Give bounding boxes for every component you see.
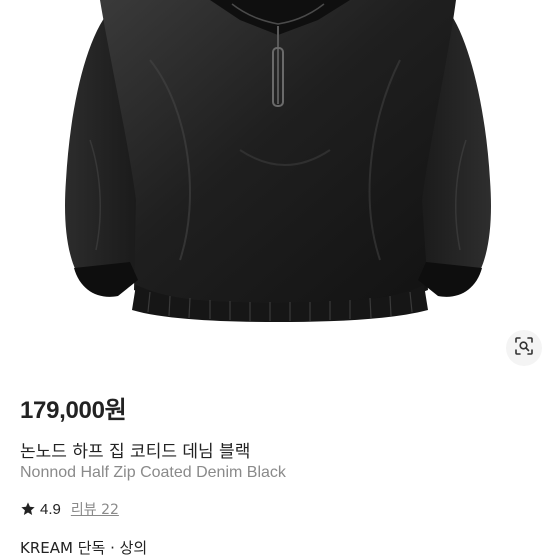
lens-search-button[interactable]: [506, 330, 542, 366]
product-name-korean: 논노드 하프 집 코티드 데님 블랙: [20, 442, 251, 462]
product-category[interactable]: KREAM 단독 · 상의: [20, 537, 147, 558]
product-price: 179,000원: [20, 397, 127, 424]
product-image[interactable]: [0, 0, 554, 356]
lens-search-icon: [514, 336, 534, 361]
review-count-link[interactable]: 리뷰 22: [71, 499, 119, 519]
rating-row: 4.9 리뷰 22: [20, 499, 119, 519]
product-name-english: Nonnod Half Zip Coated Denim Black: [20, 464, 286, 481]
jacket-image: [65, 0, 491, 322]
star-icon: [20, 501, 36, 517]
rating-value: 4.9: [40, 500, 61, 518]
